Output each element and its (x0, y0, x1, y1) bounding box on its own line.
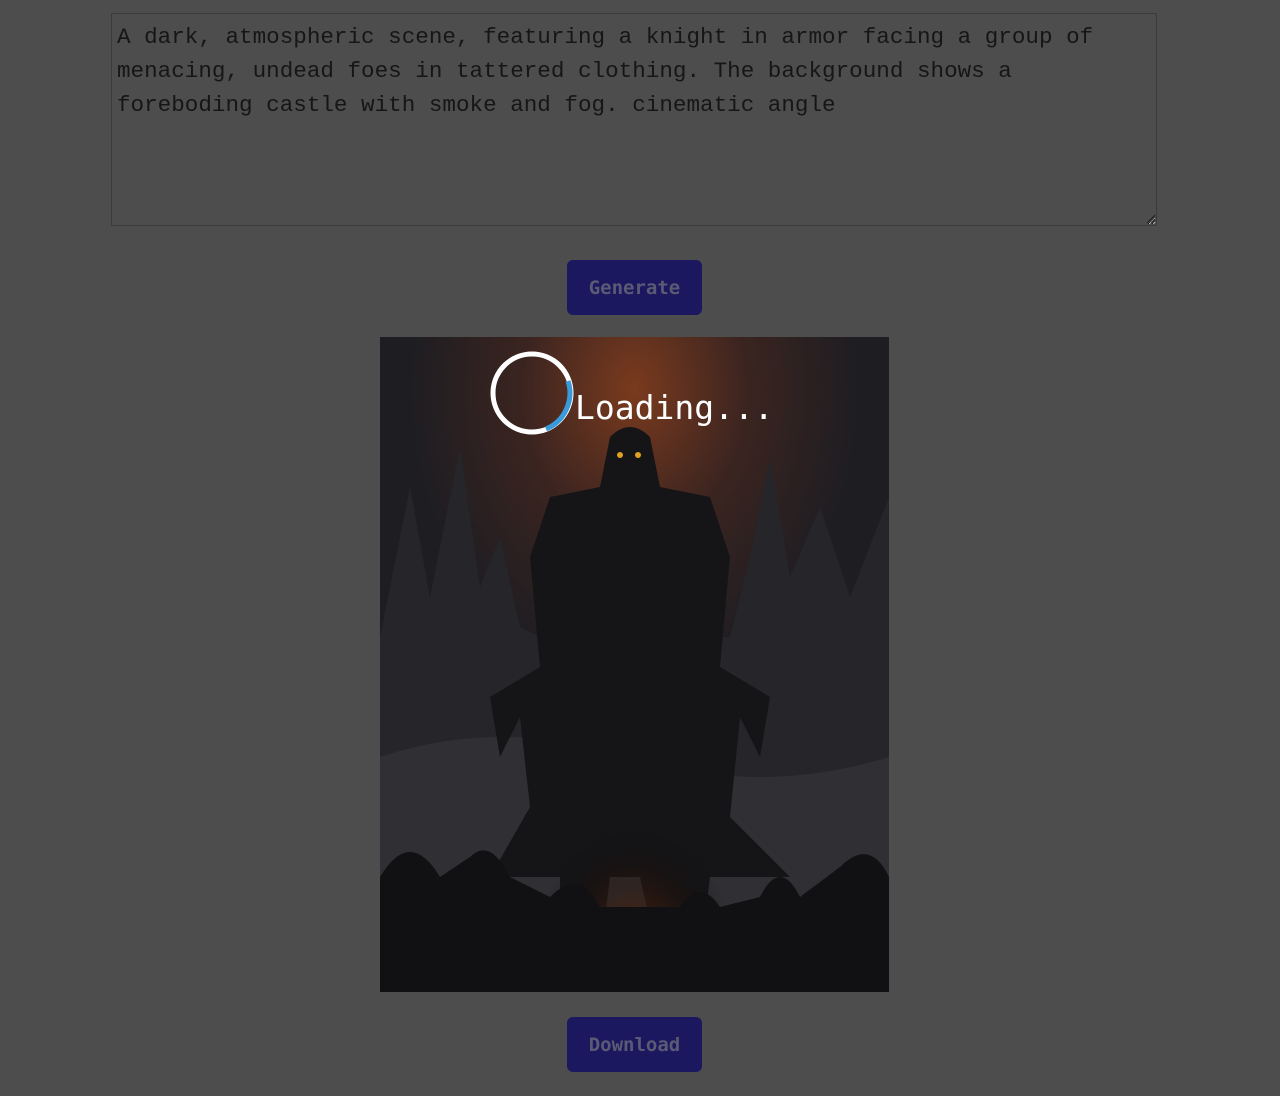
generated-image-artwork (380, 337, 889, 992)
download-button[interactable]: Download (567, 1017, 702, 1072)
loading-spinner-icon (490, 351, 574, 435)
generated-image (380, 337, 889, 992)
resize-handle-icon[interactable] (1144, 212, 1156, 224)
generate-button[interactable]: Generate (567, 260, 702, 315)
prompt-textarea[interactable]: A dark, atmospheric scene, featuring a k… (111, 13, 1157, 226)
loading-text: Loading... (575, 388, 774, 427)
